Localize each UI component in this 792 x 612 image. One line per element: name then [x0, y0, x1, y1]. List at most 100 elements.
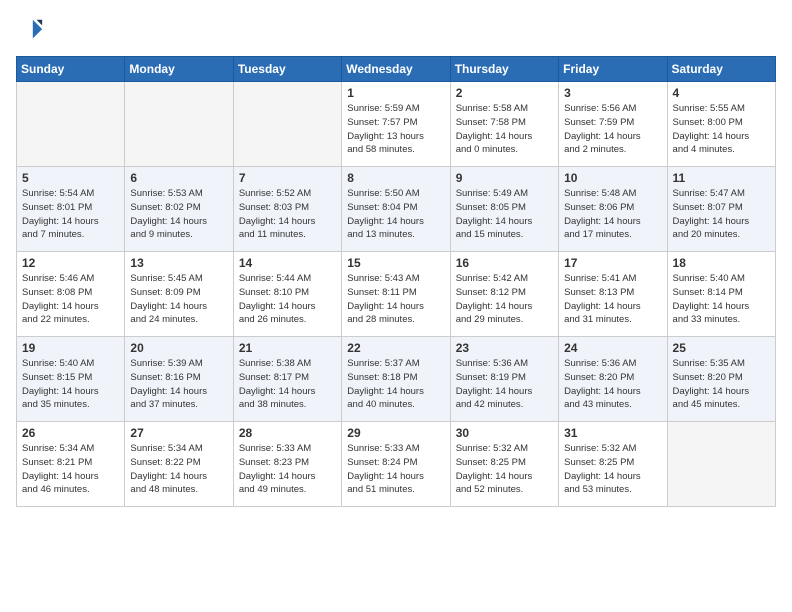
day-info: Sunrise: 5:56 AM Sunset: 7:59 PM Dayligh…: [564, 102, 661, 157]
calendar-table: SundayMondayTuesdayWednesdayThursdayFrid…: [16, 56, 776, 507]
calendar-cell: 16Sunrise: 5:42 AM Sunset: 8:12 PM Dayli…: [450, 252, 558, 337]
day-number: 15: [347, 256, 444, 270]
calendar-cell: 26 Sunrise: 5:34 AM Sunset: 8:21 PM Dayli…: [17, 422, 125, 507]
calendar-cell: 2 Sunrise: 5:58 AM Sunset: 7:58 PM Daylig…: [450, 82, 558, 167]
calendar-cell: 5 Sunrise: 5:54 AM Sunset: 8:01 PM Daylig…: [17, 167, 125, 252]
day-header-monday: Monday: [125, 57, 233, 82]
calendar-cell: 3Sunrise: 5:56 AM Sunset: 7:59 PM Daylig…: [559, 82, 667, 167]
day-number: 2: [456, 86, 553, 100]
calendar-cell: 27 Sunrise: 5:34 AM Sunset: 8:22 PM Dayli…: [125, 422, 233, 507]
calendar-cell: 4 Sunrise: 5:55 AM Sunset: 8:00 PM Daylig…: [667, 82, 775, 167]
calendar-cell: [17, 82, 125, 167]
calendar-cell: 25Sunrise: 5:35 AM Sunset: 8:20 PM Dayli…: [667, 337, 775, 422]
day-info: Sunrise: 5:43 AM Sunset: 8:11 PM Dayligh…: [347, 272, 444, 327]
calendar-cell: 11 Sunrise: 5:47 AM Sunset: 8:07 PM Dayli…: [667, 167, 775, 252]
day-info: Sunrise: 5:37 AM Sunset: 8:18 PM Dayligh…: [347, 357, 444, 412]
day-info: Sunrise: 5:59 AM Sunset: 7:57 PM Dayligh…: [347, 102, 444, 157]
day-info: Sunrise: 5:40 AM Sunset: 8:14 PM Dayligh…: [673, 272, 770, 327]
day-header-sunday: Sunday: [17, 57, 125, 82]
day-number: 21: [239, 341, 336, 355]
day-info: Sunrise: 5:50 AM Sunset: 8:04 PM Dayligh…: [347, 187, 444, 242]
calendar-cell: 19 Sunrise: 5:40 AM Sunset: 8:15 PM Dayli…: [17, 337, 125, 422]
day-header-tuesday: Tuesday: [233, 57, 341, 82]
calendar-cell: 1Sunrise: 5:59 AM Sunset: 7:57 PM Daylig…: [342, 82, 450, 167]
day-info: Sunrise: 5:44 AM Sunset: 8:10 PM Dayligh…: [239, 272, 336, 327]
calendar-cell: 7 Sunrise: 5:52 AM Sunset: 8:03 PM Daylig…: [233, 167, 341, 252]
day-number: 13: [130, 256, 227, 270]
day-number: 12: [22, 256, 119, 270]
calendar-cell: 30 Sunrise: 5:32 AM Sunset: 8:25 PM Dayli…: [450, 422, 558, 507]
calendar-cell: [667, 422, 775, 507]
day-number: 10: [564, 171, 661, 185]
calendar-cell: 6 Sunrise: 5:53 AM Sunset: 8:02 PM Daylig…: [125, 167, 233, 252]
day-number: 4: [673, 86, 770, 100]
day-header-thursday: Thursday: [450, 57, 558, 82]
day-number: 28: [239, 426, 336, 440]
calendar-cell: 18Sunrise: 5:40 AM Sunset: 8:14 PM Dayli…: [667, 252, 775, 337]
day-number: 20: [130, 341, 227, 355]
day-info: Sunrise: 5:48 AM Sunset: 8:06 PM Dayligh…: [564, 187, 661, 242]
day-info: Sunrise: 5:34 AM Sunset: 8:22 PM Dayligh…: [130, 442, 227, 497]
day-number: 31: [564, 426, 661, 440]
day-info: Sunrise: 5:52 AM Sunset: 8:03 PM Dayligh…: [239, 187, 336, 242]
day-number: 26: [22, 426, 119, 440]
day-number: 19: [22, 341, 119, 355]
day-info: Sunrise: 5:42 AM Sunset: 8:12 PM Dayligh…: [456, 272, 553, 327]
page-header: [16, 16, 776, 44]
calendar-cell: 28 Sunrise: 5:33 AM Sunset: 8:23 PM Dayli…: [233, 422, 341, 507]
day-header-friday: Friday: [559, 57, 667, 82]
logo-icon: [16, 16, 44, 44]
day-info: Sunrise: 5:55 AM Sunset: 8:00 PM Dayligh…: [673, 102, 770, 157]
calendar-cell: 24Sunrise: 5:36 AM Sunset: 8:20 PM Dayli…: [559, 337, 667, 422]
calendar-cell: 15 Sunrise: 5:43 AM Sunset: 8:11 PM Dayli…: [342, 252, 450, 337]
day-info: Sunrise: 5:54 AM Sunset: 8:01 PM Dayligh…: [22, 187, 119, 242]
calendar-cell: 8 Sunrise: 5:50 AM Sunset: 8:04 PM Daylig…: [342, 167, 450, 252]
day-info: Sunrise: 5:33 AM Sunset: 8:23 PM Dayligh…: [239, 442, 336, 497]
day-info: Sunrise: 5:39 AM Sunset: 8:16 PM Dayligh…: [130, 357, 227, 412]
day-info: Sunrise: 5:35 AM Sunset: 8:20 PM Dayligh…: [673, 357, 770, 412]
day-info: Sunrise: 5:58 AM Sunset: 7:58 PM Dayligh…: [456, 102, 553, 157]
week-row-1: 1Sunrise: 5:59 AM Sunset: 7:57 PM Daylig…: [17, 82, 776, 167]
day-info: Sunrise: 5:41 AM Sunset: 8:13 PM Dayligh…: [564, 272, 661, 327]
calendar-cell: 9 Sunrise: 5:49 AM Sunset: 8:05 PM Daylig…: [450, 167, 558, 252]
day-info: Sunrise: 5:45 AM Sunset: 8:09 PM Dayligh…: [130, 272, 227, 327]
day-number: 17: [564, 256, 661, 270]
week-row-3: 12Sunrise: 5:46 AM Sunset: 8:08 PM Dayli…: [17, 252, 776, 337]
day-info: Sunrise: 5:34 AM Sunset: 8:21 PM Dayligh…: [22, 442, 119, 497]
calendar-cell: 23Sunrise: 5:36 AM Sunset: 8:19 PM Dayli…: [450, 337, 558, 422]
day-number: 30: [456, 426, 553, 440]
day-number: 9: [456, 171, 553, 185]
calendar-cell: 29 Sunrise: 5:33 AM Sunset: 8:24 PM Dayli…: [342, 422, 450, 507]
week-row-4: 19 Sunrise: 5:40 AM Sunset: 8:15 PM Dayli…: [17, 337, 776, 422]
calendar-cell: 31 Sunrise: 5:32 AM Sunset: 8:25 PM Dayli…: [559, 422, 667, 507]
day-number: 5: [22, 171, 119, 185]
calendar-cell: 22Sunrise: 5:37 AM Sunset: 8:18 PM Dayli…: [342, 337, 450, 422]
calendar-cell: 17 Sunrise: 5:41 AM Sunset: 8:13 PM Dayli…: [559, 252, 667, 337]
day-info: Sunrise: 5:32 AM Sunset: 8:25 PM Dayligh…: [564, 442, 661, 497]
calendar-cell: [233, 82, 341, 167]
day-number: 29: [347, 426, 444, 440]
calendar-cell: 10 Sunrise: 5:48 AM Sunset: 8:06 PM Dayli…: [559, 167, 667, 252]
calendar-cell: 13 Sunrise: 5:45 AM Sunset: 8:09 PM Dayli…: [125, 252, 233, 337]
day-info: Sunrise: 5:32 AM Sunset: 8:25 PM Dayligh…: [456, 442, 553, 497]
calendar-cell: 12Sunrise: 5:46 AM Sunset: 8:08 PM Dayli…: [17, 252, 125, 337]
day-number: 8: [347, 171, 444, 185]
day-info: Sunrise: 5:33 AM Sunset: 8:24 PM Dayligh…: [347, 442, 444, 497]
day-number: 7: [239, 171, 336, 185]
day-info: Sunrise: 5:49 AM Sunset: 8:05 PM Dayligh…: [456, 187, 553, 242]
day-info: Sunrise: 5:53 AM Sunset: 8:02 PM Dayligh…: [130, 187, 227, 242]
week-row-5: 26 Sunrise: 5:34 AM Sunset: 8:21 PM Dayli…: [17, 422, 776, 507]
day-info: Sunrise: 5:40 AM Sunset: 8:15 PM Dayligh…: [22, 357, 119, 412]
calendar-cell: [125, 82, 233, 167]
day-number: 6: [130, 171, 227, 185]
calendar-cell: 20 Sunrise: 5:39 AM Sunset: 8:16 PM Dayli…: [125, 337, 233, 422]
calendar-header-row: SundayMondayTuesdayWednesdayThursdayFrid…: [17, 57, 776, 82]
calendar-cell: 21Sunrise: 5:38 AM Sunset: 8:17 PM Dayli…: [233, 337, 341, 422]
day-number: 11: [673, 171, 770, 185]
day-number: 23: [456, 341, 553, 355]
week-row-2: 5 Sunrise: 5:54 AM Sunset: 8:01 PM Daylig…: [17, 167, 776, 252]
day-info: Sunrise: 5:47 AM Sunset: 8:07 PM Dayligh…: [673, 187, 770, 242]
day-number: 14: [239, 256, 336, 270]
day-number: 27: [130, 426, 227, 440]
day-number: 24: [564, 341, 661, 355]
